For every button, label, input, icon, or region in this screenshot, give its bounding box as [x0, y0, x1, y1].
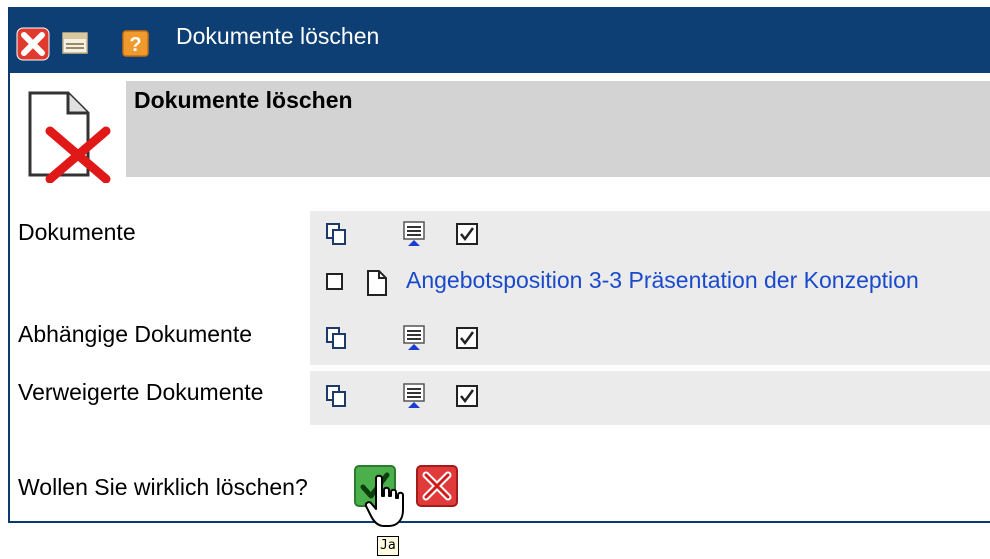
close-icon[interactable] [16, 27, 50, 61]
row-label-dokumente: Dokumente [18, 219, 136, 245]
tooltip: Ja [377, 536, 399, 556]
document-checkbox[interactable] [326, 273, 343, 290]
copy-icon[interactable] [326, 327, 348, 349]
document-icon [367, 270, 387, 296]
svg-text:?: ? [129, 34, 141, 56]
select-list-icon[interactable] [402, 383, 426, 409]
row-label-abhaengige-dokumente: Abhängige Dokumente [18, 321, 252, 347]
confirm-no-button[interactable] [416, 465, 458, 507]
checkbox-icon[interactable] [456, 223, 478, 245]
row-dokumente: Angebotsposition 3-3 Präsentation der Ko… [310, 211, 990, 313]
select-list-icon[interactable] [402, 221, 426, 247]
row-verweigerte-dokumente [310, 371, 990, 425]
row-label-verweigerte-dokumente: Verweigerte Dokumente [18, 379, 264, 405]
hand-cursor-icon [364, 474, 404, 527]
copy-icon[interactable] [326, 223, 348, 245]
help-icon[interactable]: ? [122, 30, 149, 57]
checkbox-icon[interactable] [456, 327, 478, 349]
select-list-icon[interactable] [402, 325, 426, 351]
title-bar: ? Dokumente löschen [10, 7, 990, 73]
confirm-question: Wollen Sie wirklich löschen? [18, 474, 308, 500]
document-link[interactable]: Angebotsposition 3-3 Präsentation der Ko… [406, 267, 919, 294]
window-title: Dokumente löschen [176, 23, 380, 49]
checkbox-icon[interactable] [456, 385, 478, 407]
copy-icon[interactable] [326, 385, 348, 407]
page-title: Dokumente löschen [134, 87, 353, 113]
header-panel: Dokumente löschen [126, 81, 990, 177]
delete-document-icon [28, 91, 111, 183]
minimize-icon[interactable] [62, 32, 88, 54]
row-abhaengige-dokumente [310, 313, 990, 365]
delete-documents-dialog: ? Dokumente löschen Dokumente löschen Do… [8, 7, 990, 523]
